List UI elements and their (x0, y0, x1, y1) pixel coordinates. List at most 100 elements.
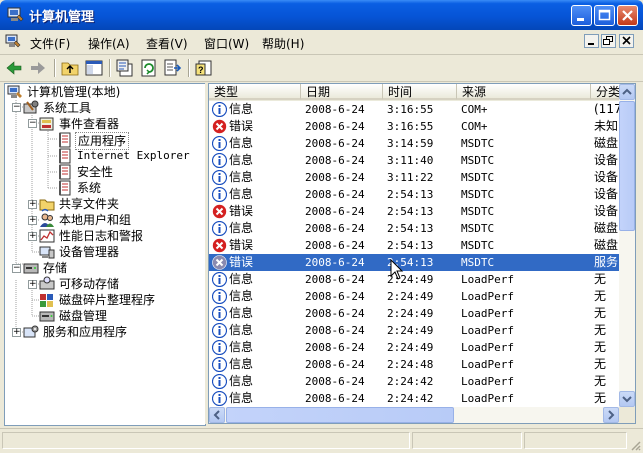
table-row[interactable]: 信息 2008-6-24 2:54:13 MSDTC 设备 (209, 186, 621, 203)
close-icon (622, 10, 633, 21)
table-row[interactable]: 信息 2008-6-24 3:11:40 MSDTC 设备 (209, 152, 621, 169)
maximize-button[interactable] (594, 5, 615, 26)
cell-source: COM+ (461, 103, 488, 116)
cell-type: 信息 (229, 187, 254, 201)
scroll-left-button[interactable] (209, 407, 225, 423)
expand-button[interactable]: + (28, 232, 37, 241)
tree-node-label: 服务和应用程序 (43, 325, 128, 339)
resize-grip-icon[interactable] (629, 439, 641, 451)
menu-file[interactable]: 文件(F) (30, 35, 70, 52)
cell-time: 2:54:13 (387, 188, 434, 201)
table-row[interactable]: 错误 2008-6-24 2:54:13 MSDTC 服务 (209, 254, 621, 271)
log-icon (59, 148, 71, 164)
table-row[interactable]: 信息 2008-6-24 2:24:49 LoadPerf 无 (209, 271, 621, 288)
cell-time: 3:16:55 (387, 120, 434, 133)
forward-arrow-icon[interactable] (28, 58, 48, 78)
cell-type: 错误 (229, 119, 254, 133)
cell-date: 2008-6-24 (305, 103, 365, 116)
cell-category: 无 (594, 323, 607, 337)
expand-button[interactable]: + (28, 280, 37, 289)
horizontal-scroll-thumb[interactable] (226, 407, 454, 423)
minimize-icon (588, 43, 594, 45)
log-icon (59, 132, 71, 148)
toolbar: ? (0, 55, 643, 82)
menu-help[interactable]: 帮助(H) (262, 35, 304, 52)
info-icon (212, 170, 227, 185)
table-row[interactable]: 信息 2008-6-24 3:11:22 MSDTC 设备 (209, 169, 621, 186)
table-row[interactable]: 信息 2008-6-24 2:24:49 LoadPerf 无 (209, 322, 621, 339)
toolbar-separator (188, 59, 190, 77)
cell-type: 信息 (229, 374, 254, 388)
info-icon (212, 221, 227, 236)
info-icon (212, 306, 227, 321)
cell-date: 2008-6-24 (305, 239, 365, 252)
collapse-button[interactable]: − (12, 264, 21, 273)
close-button[interactable] (617, 5, 638, 26)
cell-type: 信息 (229, 306, 254, 320)
table-row[interactable]: 信息 2008-6-24 2:24:48 LoadPerf 无 (209, 356, 621, 373)
cell-time: 3:16:55 (387, 103, 434, 116)
mdi-close-button[interactable] (619, 34, 634, 48)
cell-type: 错误 (229, 204, 254, 218)
menu-view[interactable]: 查看(V) (146, 35, 188, 52)
vertical-scrollbar[interactable] (619, 84, 635, 407)
back-arrow-icon[interactable] (4, 58, 24, 78)
storage-icon (23, 263, 39, 274)
column-header-date[interactable]: 日期 (301, 84, 383, 100)
table-row[interactable]: 信息 2008-6-24 2:24:49 LoadPerf 无 (209, 288, 621, 305)
cell-time: 2:24:49 (387, 324, 434, 337)
table-row[interactable]: 信息 2008-6-24 3:16:55 COM+ (117 (209, 101, 622, 118)
cell-source: MSDTC (461, 256, 495, 269)
properties-icon[interactable] (115, 58, 135, 78)
tree-node-label: 计算机管理(本地) (27, 85, 121, 99)
menu-bar: 文件(F) 操作(A) 查看(V) 窗口(W) 帮助(H) (0, 30, 643, 55)
cell-source: MSDTC (461, 205, 495, 218)
computer-management-icon (7, 7, 24, 22)
tree-node-label: 系统工具 (43, 101, 92, 115)
refresh-icon[interactable] (139, 58, 159, 78)
scroll-up-button[interactable] (619, 84, 635, 100)
tree-node-label: 性能日志和警报 (59, 229, 144, 243)
table-row[interactable]: 信息 2008-6-24 2:24:49 LoadPerf 无 (209, 339, 621, 356)
tree-node-label: 共享文件夹 (59, 197, 120, 211)
collapse-button[interactable]: − (28, 119, 37, 128)
export-list-icon[interactable] (163, 58, 183, 78)
table-row[interactable]: 错误 2008-6-24 2:54:13 MSDTC 设备 (209, 203, 621, 220)
column-header-source[interactable]: 来源 (457, 84, 591, 100)
toolbar-separator (109, 59, 111, 77)
column-header-type[interactable]: 类型 (209, 84, 301, 100)
console-tree: − − + + + − + + 计算机管理(本地) 系统工具 事件查看器 应用程… (4, 83, 206, 426)
cell-source: LoadPerf (461, 375, 514, 388)
column-header-time[interactable]: 时间 (383, 84, 457, 100)
table-row[interactable]: 信息 2008-6-24 2:24:42 LoadPerf 无 (209, 373, 621, 390)
scroll-right-button[interactable] (603, 407, 619, 423)
table-row[interactable]: 信息 2008-6-24 3:14:59 MSDTC 磁盘 (209, 135, 621, 152)
computer-management-icon[interactable] (5, 34, 21, 49)
minimize-button[interactable] (571, 5, 592, 26)
cell-type: 信息 (229, 153, 254, 167)
menu-window[interactable]: 窗口(W) (204, 35, 249, 52)
horizontal-scrollbar[interactable] (209, 407, 619, 423)
collapse-button[interactable]: − (12, 103, 21, 112)
table-row[interactable]: 信息 2008-6-24 2:54:13 MSDTC 磁盘 (209, 220, 621, 237)
mdi-minimize-button[interactable] (584, 34, 599, 48)
table-row[interactable]: 错误 2008-6-24 2:54:13 MSDTC 磁盘 (209, 237, 621, 254)
help-icon[interactable]: ? (194, 58, 214, 78)
cell-time: 2:24:49 (387, 290, 434, 303)
expand-button[interactable]: + (28, 216, 37, 225)
up-folder-icon[interactable] (60, 58, 80, 78)
vertical-scroll-thumb[interactable] (619, 101, 635, 231)
info-icon (212, 374, 227, 389)
mdi-restore-button[interactable] (601, 34, 616, 48)
table-row[interactable]: 信息 2008-6-24 2:24:42 LoadPerf 无 (209, 390, 621, 407)
table-row[interactable]: 信息 2008-6-24 2:24:49 LoadPerf 无 (209, 305, 621, 322)
menu-action[interactable]: 操作(A) (88, 35, 130, 52)
cell-category: 无 (594, 357, 607, 371)
expand-button[interactable]: + (28, 200, 37, 209)
status-panel (524, 432, 627, 449)
title-bar[interactable]: 计算机管理 (0, 0, 643, 30)
expand-button[interactable]: + (12, 328, 21, 337)
show-hide-console-tree-icon[interactable] (84, 58, 104, 78)
scroll-down-button[interactable] (619, 391, 635, 407)
table-row[interactable]: 错误 2008-6-24 3:16:55 COM+ 未知 (209, 118, 621, 135)
